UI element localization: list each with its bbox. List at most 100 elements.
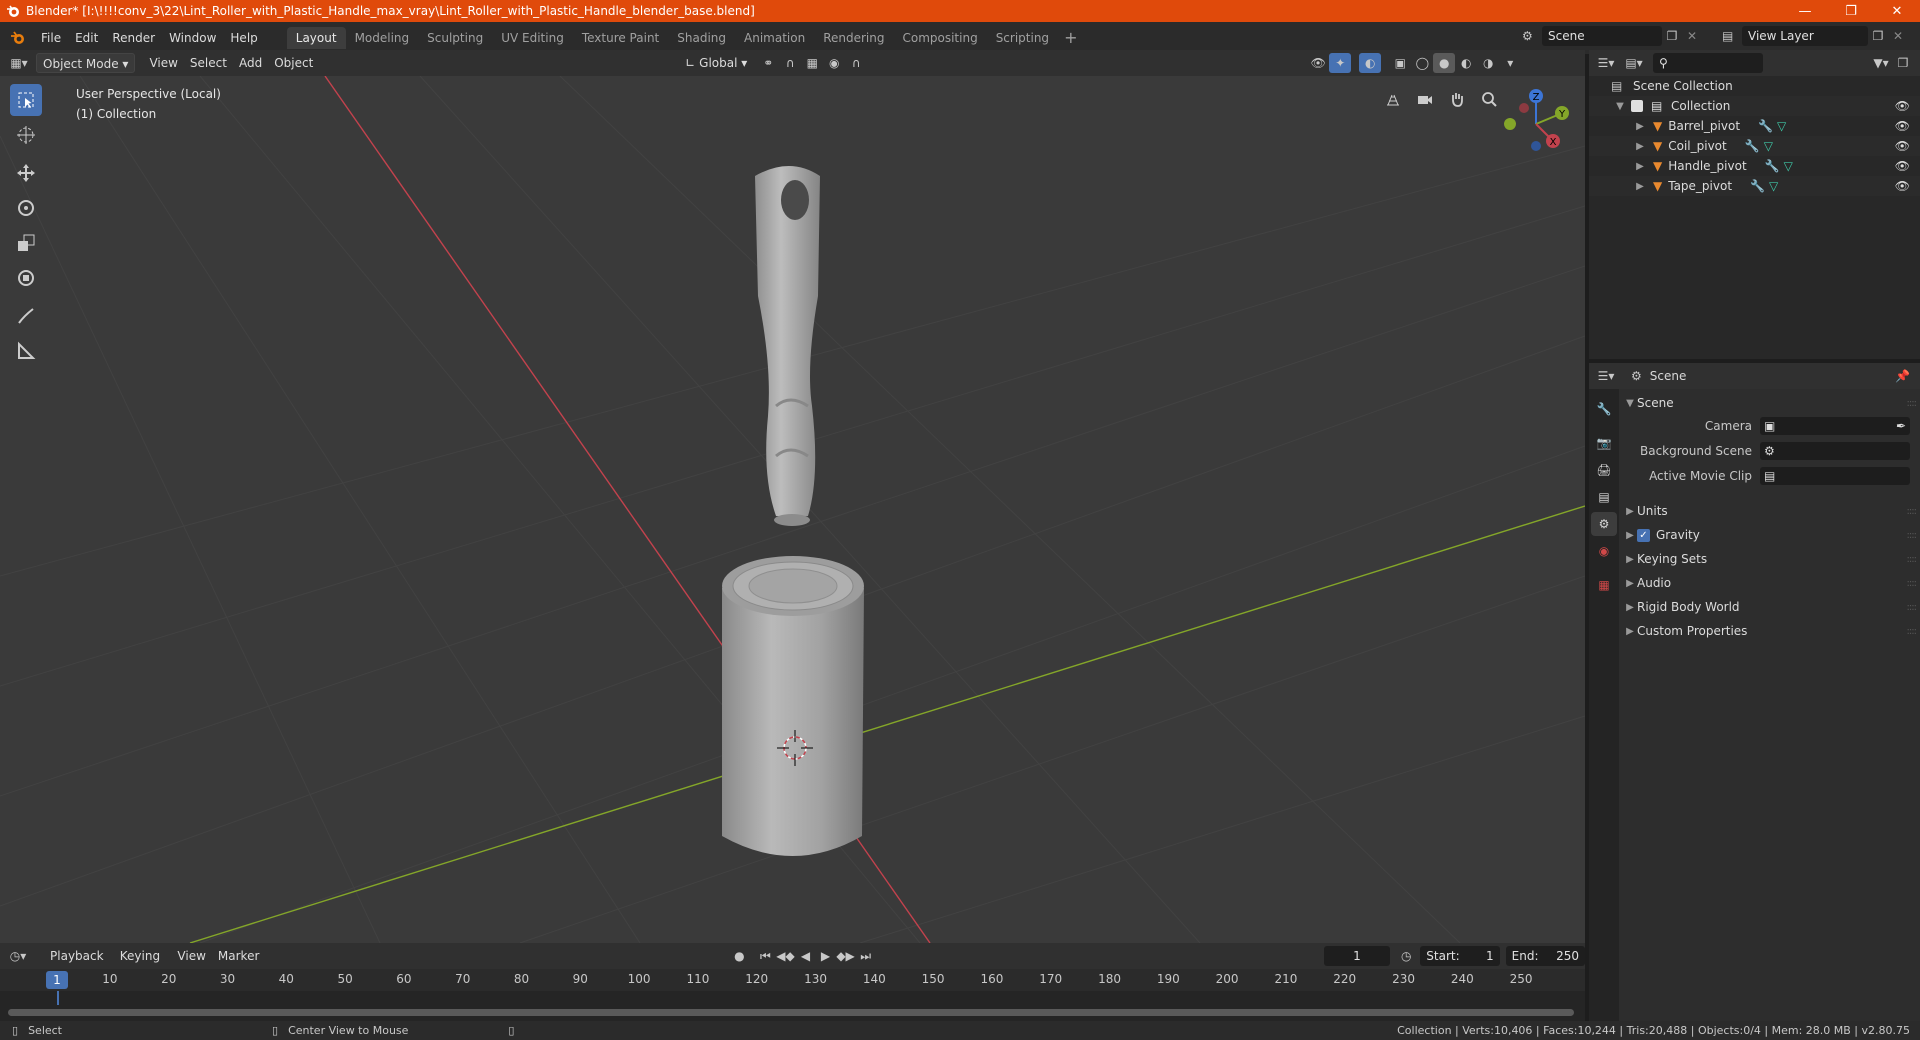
drag-handle-icon[interactable]: ::::	[1907, 602, 1918, 613]
solid-shading-icon[interactable]: ●	[1433, 53, 1456, 73]
menu-add[interactable]: Add	[233, 53, 268, 73]
annotate-tool-icon[interactable]	[10, 300, 42, 332]
3d-viewport[interactable]: User Perspective (Local) (1) Collection	[0, 76, 1585, 943]
expand-custom-properties-icon[interactable]: ▶	[1623, 626, 1637, 637]
rendered-shading-icon[interactable]: ◑	[1477, 53, 1499, 73]
drag-handle-icon[interactable]: ::::	[1907, 578, 1918, 589]
drag-handle-icon[interactable]: ::::	[1907, 554, 1918, 565]
collection-checkbox-icon[interactable]	[1631, 100, 1643, 112]
pivot-point-icon[interactable]: ⚭	[757, 53, 779, 73]
add-workspace-button[interactable]: +	[1058, 27, 1083, 49]
properties-editor-type-icon[interactable]: ☰▾	[1595, 366, 1617, 386]
menu-view[interactable]: View	[143, 53, 183, 73]
play-icon[interactable]: ▶	[816, 946, 836, 966]
outliner-editor-type-icon[interactable]: ☰▾	[1595, 53, 1617, 73]
menu-marker[interactable]: Marker	[212, 946, 265, 966]
view-layer-name-field[interactable]: View Layer	[1742, 26, 1868, 46]
background-scene-field[interactable]: ⚙	[1760, 442, 1910, 460]
menu-window[interactable]: Window	[162, 27, 223, 49]
rigid-body-world-panel-header[interactable]: ▶ Rigid Body World ::::	[1623, 596, 1918, 618]
scene-selector[interactable]: ⚙ Scene ❐ ✕	[1522, 26, 1708, 46]
new-collection-icon[interactable]: ❐	[1892, 53, 1914, 73]
outliner-item-tape-pivot[interactable]: ▶ ▼ Tape_pivot 🔧 ▽ 👁	[1589, 176, 1920, 196]
world-tab-icon[interactable]: ◉	[1591, 539, 1617, 563]
transform-orientation-selector[interactable]: ∟ Global ▾	[679, 53, 753, 73]
timeline-body[interactable]	[0, 991, 1585, 1021]
menu-file[interactable]: File	[34, 27, 68, 49]
falloff-icon[interactable]: ∩	[845, 53, 867, 73]
filter-icon[interactable]: ▼▾	[1870, 53, 1892, 73]
render-tab-icon[interactable]: 📷	[1591, 431, 1617, 455]
active-movie-clip-field[interactable]: ▤	[1760, 467, 1910, 485]
view-layer-tab-icon[interactable]: ▤	[1591, 485, 1617, 509]
menu-timeline-view[interactable]: View	[171, 946, 211, 966]
preview-range-icon[interactable]: ◷	[1396, 946, 1416, 966]
menu-edit[interactable]: Edit	[68, 27, 105, 49]
scale-tool-icon[interactable]	[10, 227, 42, 259]
end-frame-field[interactable]: End: 250	[1505, 946, 1586, 966]
delete-view-layer-icon[interactable]: ✕	[1888, 29, 1908, 43]
material-shading-icon[interactable]: ◐	[1455, 53, 1477, 73]
outliner-item-barrel-pivot[interactable]: ▶ ▼ Barrel_pivot 🔧 ▽ 👁	[1589, 116, 1920, 136]
tab-rendering[interactable]: Rendering	[814, 27, 893, 49]
select-box-tool-icon[interactable]	[10, 84, 42, 116]
timeline-editor-type-icon[interactable]: ◷▾	[8, 946, 28, 966]
expand-item-icon[interactable]: ▶	[1633, 121, 1647, 132]
scene-name-field[interactable]: Scene	[1542, 26, 1662, 46]
editor-type-icon[interactable]: ▦▾	[8, 53, 30, 73]
menu-keying[interactable]: Keying ▾	[114, 946, 172, 983]
scene-panel-header[interactable]: ▼ Scene ::::	[1623, 392, 1918, 414]
jump-start-icon[interactable]: ⏮	[755, 946, 775, 966]
view-layer-selector[interactable]: ▤ View Layer ❐ ✕	[1722, 26, 1918, 46]
xray-toggle-icon[interactable]: ▣	[1389, 53, 1411, 73]
tab-animation[interactable]: Animation	[735, 27, 814, 49]
proportional-edit-icon[interactable]: ◉	[823, 53, 845, 73]
record-icon[interactable]: ●	[729, 946, 749, 966]
gravity-checkbox[interactable]: ✓	[1637, 528, 1650, 542]
move-tool-icon[interactable]	[10, 157, 42, 189]
item-visibility-icon[interactable]: 👁	[1895, 159, 1910, 173]
pin-icon[interactable]: 📌	[1895, 369, 1910, 383]
gizmo-toggle-icon[interactable]: ✦	[1329, 53, 1352, 73]
new-scene-icon[interactable]: ❐	[1662, 29, 1682, 43]
tab-shading[interactable]: Shading	[668, 27, 735, 49]
outliner-search-input[interactable]: ⚲	[1653, 53, 1763, 73]
keying-sets-panel-header[interactable]: ▶ Keying Sets ::::	[1623, 548, 1918, 570]
tab-compositing[interactable]: Compositing	[893, 27, 986, 49]
item-visibility-icon[interactable]: 👁	[1895, 139, 1910, 153]
drag-handle-icon[interactable]: ::::	[1907, 626, 1918, 637]
outliner-collection[interactable]: ▼ ▤ Collection 👁	[1589, 96, 1920, 116]
outliner-item-coil-pivot[interactable]: ▶ ▼ Coil_pivot 🔧 ▽ 👁	[1589, 136, 1920, 156]
jump-end-icon[interactable]: ⏭	[856, 946, 876, 966]
camera-view-icon[interactable]	[1412, 86, 1438, 112]
expand-item-icon[interactable]: ▶	[1633, 181, 1647, 192]
cursor-tool-icon[interactable]	[10, 119, 42, 151]
timeline-ruler[interactable]: 1 10 20 30 40 50 60 70 80 90 100 110 120 130 140 150 16…	[0, 969, 1585, 991]
tab-uv-editing[interactable]: UV Editing	[492, 27, 573, 49]
tab-sculpting[interactable]: Sculpting	[418, 27, 492, 49]
minimize-icon[interactable]: —	[1782, 0, 1828, 22]
expand-rigid-body-icon[interactable]: ▶	[1623, 602, 1637, 613]
tool-tab-icon[interactable]: 🔧	[1591, 397, 1617, 421]
mode-selector[interactable]: Object Mode ▾	[36, 53, 136, 73]
drag-handle-icon[interactable]: ::::	[1907, 398, 1918, 409]
menu-playback[interactable]: Playback ▾	[44, 946, 114, 983]
snap-target-icon[interactable]: ▦	[801, 53, 823, 73]
start-frame-field[interactable]: Start: 1	[1420, 946, 1500, 966]
collapse-scene-icon[interactable]: ▼	[1623, 398, 1637, 409]
expand-gravity-icon[interactable]: ▶	[1623, 530, 1637, 541]
scene-tab-icon[interactable]: ⚙	[1591, 512, 1617, 536]
pan-view-icon[interactable]	[1444, 86, 1470, 112]
transform-tool-icon[interactable]	[10, 262, 42, 294]
prev-keyframe-icon[interactable]: ◀◆	[775, 946, 795, 966]
delete-scene-icon[interactable]: ✕	[1682, 29, 1702, 43]
tab-scripting[interactable]: Scripting	[987, 27, 1058, 49]
navigation-gizmo[interactable]: Z Y X	[1496, 84, 1576, 164]
drag-handle-icon[interactable]: ::::	[1907, 506, 1918, 517]
expand-audio-icon[interactable]: ▶	[1623, 578, 1637, 589]
outliner-item-handle-pivot[interactable]: ▶ ▼ Handle_pivot 🔧 ▽ 👁	[1589, 156, 1920, 176]
rotate-tool-icon[interactable]	[10, 192, 42, 224]
expand-item-icon[interactable]: ▶	[1633, 141, 1647, 152]
menu-help[interactable]: Help	[223, 27, 264, 49]
wireframe-shading-icon[interactable]: ◯	[1411, 53, 1433, 73]
